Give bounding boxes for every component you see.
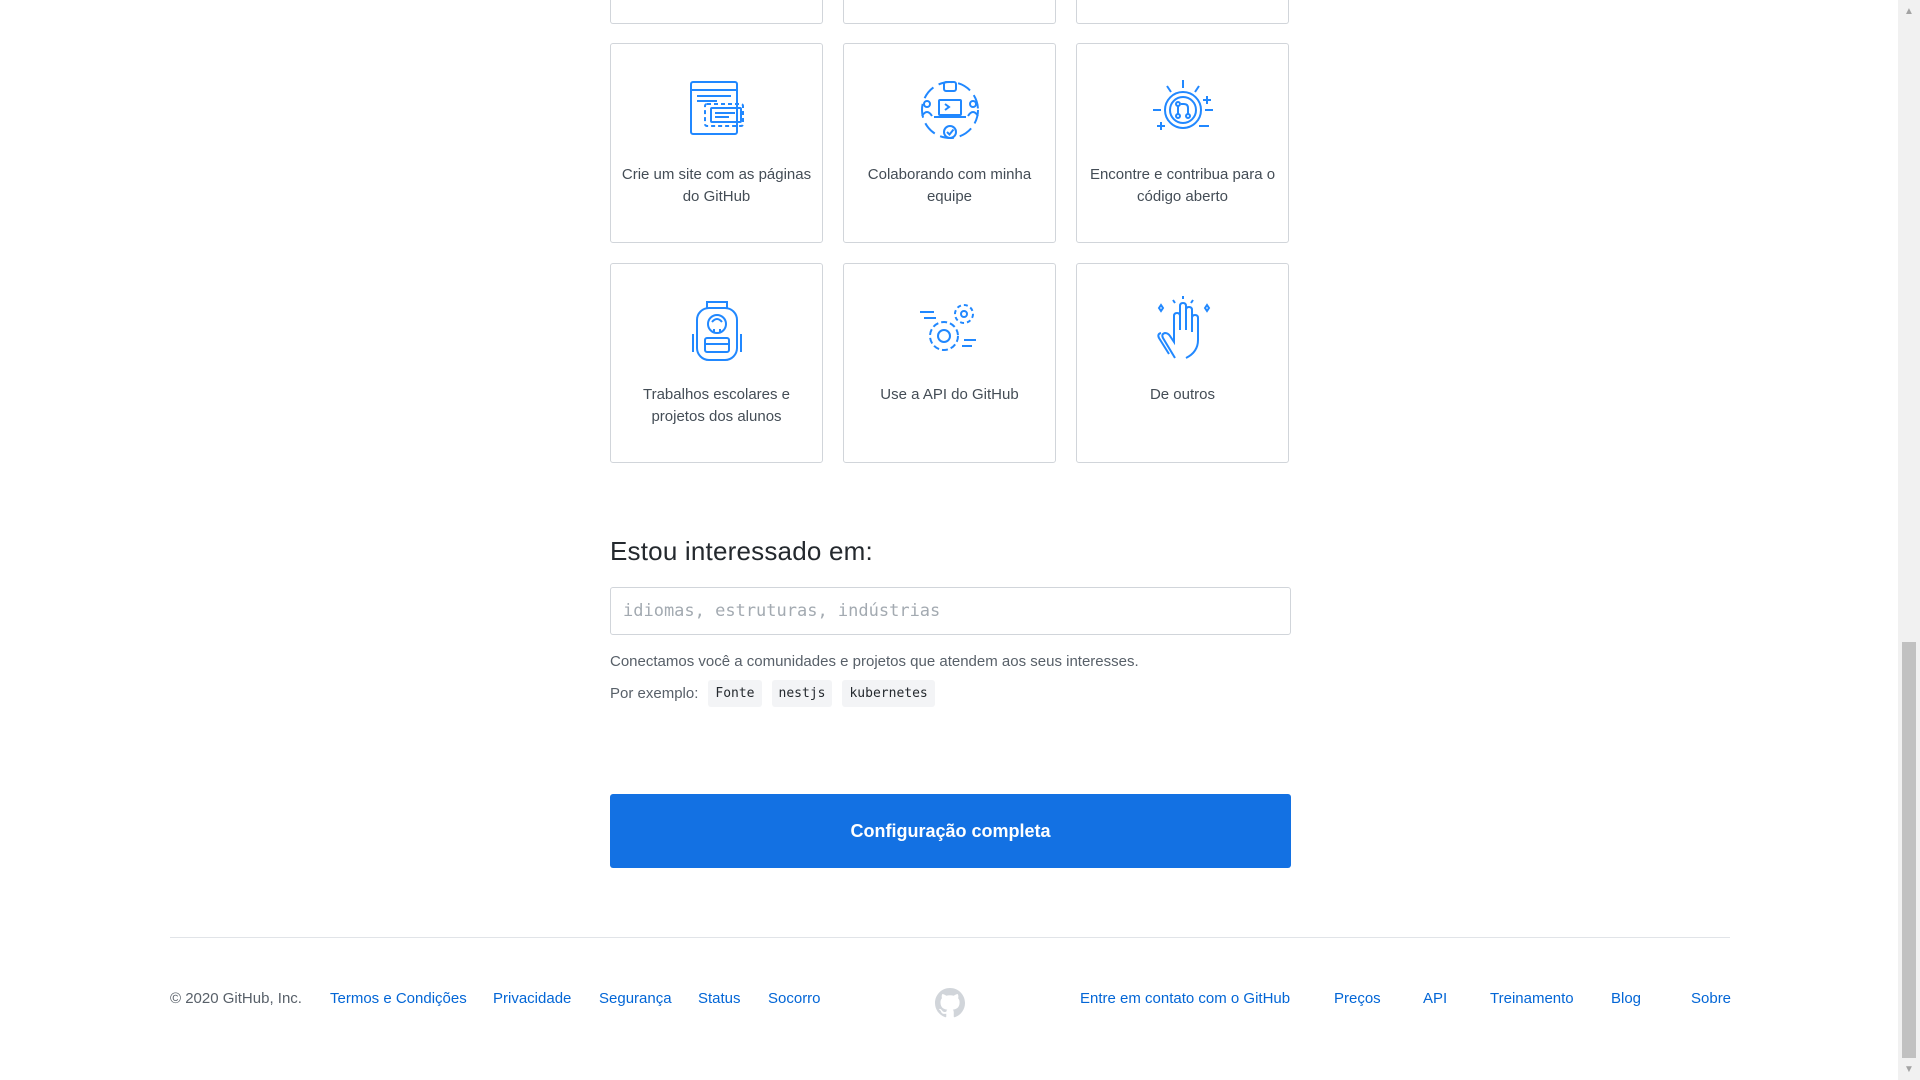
high-five-icon [1156, 296, 1210, 359]
card-label: Encontre e contribua para o código abert… [1089, 166, 1276, 205]
backpack-icon [691, 301, 742, 361]
card-label: Trabalhos escolares e projetos dos aluno… [642, 386, 791, 425]
example-chip[interactable]: nestjs [771, 680, 833, 707]
card-label: De outros [1149, 386, 1216, 403]
footer: © 2020 GitHub, Inc. Termos e Condições P… [170, 988, 1731, 1018]
interest-help-text: Conectamos você a comunidades e projetos… [610, 653, 1139, 670]
card-partial-1[interactable] [610, 0, 823, 24]
footer-link-training[interactable]: Treinamento [1490, 990, 1574, 1007]
card-label: Use a API do GitHub [880, 386, 1019, 403]
complete-setup-button[interactable]: Configuração completa [610, 794, 1291, 868]
card-row-partial [610, 0, 1289, 24]
footer-link-status[interactable]: Status [698, 990, 741, 1007]
footer-link-api[interactable]: API [1423, 990, 1447, 1007]
card-school-projects[interactable]: Trabalhos escolares e projetos dos aluno… [610, 263, 823, 463]
scroll-down-arrow-icon[interactable]: ▼ [1898, 1058, 1920, 1080]
gear-api-icon [919, 304, 976, 351]
page: Crie um site com as páginas do GitHub Co… [0, 0, 1898, 1080]
footer-divider [170, 937, 1730, 938]
examples-row: Por exemplo: Fonte nestjs kubernetes [610, 680, 1291, 707]
card-row-2: Crie um site com as páginas do GitHub Co… [610, 43, 1289, 243]
card-team-collab[interactable]: Colaborando com minha equipe [843, 43, 1056, 243]
scrollbar-thumb[interactable] [1902, 642, 1916, 1058]
card-github-api[interactable]: Use a API do GitHub [843, 263, 1056, 463]
footer-link-privacy[interactable]: Privacidade [493, 990, 571, 1007]
footer-link-pricing[interactable]: Preços [1334, 990, 1381, 1007]
card-open-source[interactable]: Encontre e contribua para o código abert… [1076, 43, 1289, 243]
examples-label: Por exemplo: [610, 685, 699, 702]
card-label: Colaborando com minha equipe [867, 166, 1032, 205]
interest-input[interactable] [610, 587, 1291, 635]
card-github-pages[interactable]: Crie um site com as páginas do GitHub [610, 43, 823, 243]
footer-link-terms[interactable]: Termos e Condições [330, 990, 467, 1007]
scroll-up-arrow-icon[interactable]: ▲ [1898, 0, 1920, 22]
vertical-scrollbar[interactable]: ▲ ▼ [1898, 0, 1920, 1080]
web-pages-icon [689, 81, 744, 135]
example-chip[interactable]: Fonte [708, 680, 762, 707]
interest-heading: Estou interessado em: [610, 536, 873, 566]
card-other[interactable]: De outros [1076, 263, 1289, 463]
copyright-text: © 2020 GitHub, Inc. [170, 990, 302, 1007]
github-logo-icon[interactable] [935, 988, 965, 1018]
footer-link-contact[interactable]: Entre em contato com o GitHub [1080, 990, 1290, 1007]
example-chip[interactable]: kubernetes [842, 680, 935, 707]
open-source-icon [1152, 80, 1213, 130]
footer-link-help[interactable]: Socorro [768, 990, 821, 1007]
card-partial-2[interactable] [843, 0, 1056, 24]
card-partial-3[interactable] [1076, 0, 1289, 24]
card-row-3: Trabalhos escolares e projetos dos aluno… [610, 263, 1289, 463]
team-collab-icon [920, 81, 979, 139]
interest-section: Estou interessado em: Conectamos você a … [610, 536, 1291, 707]
card-label: Crie um site com as páginas do GitHub [621, 166, 812, 205]
footer-link-security[interactable]: Segurança [599, 990, 672, 1007]
footer-link-about[interactable]: Sobre [1691, 990, 1731, 1007]
footer-link-blog[interactable]: Blog [1611, 990, 1641, 1007]
